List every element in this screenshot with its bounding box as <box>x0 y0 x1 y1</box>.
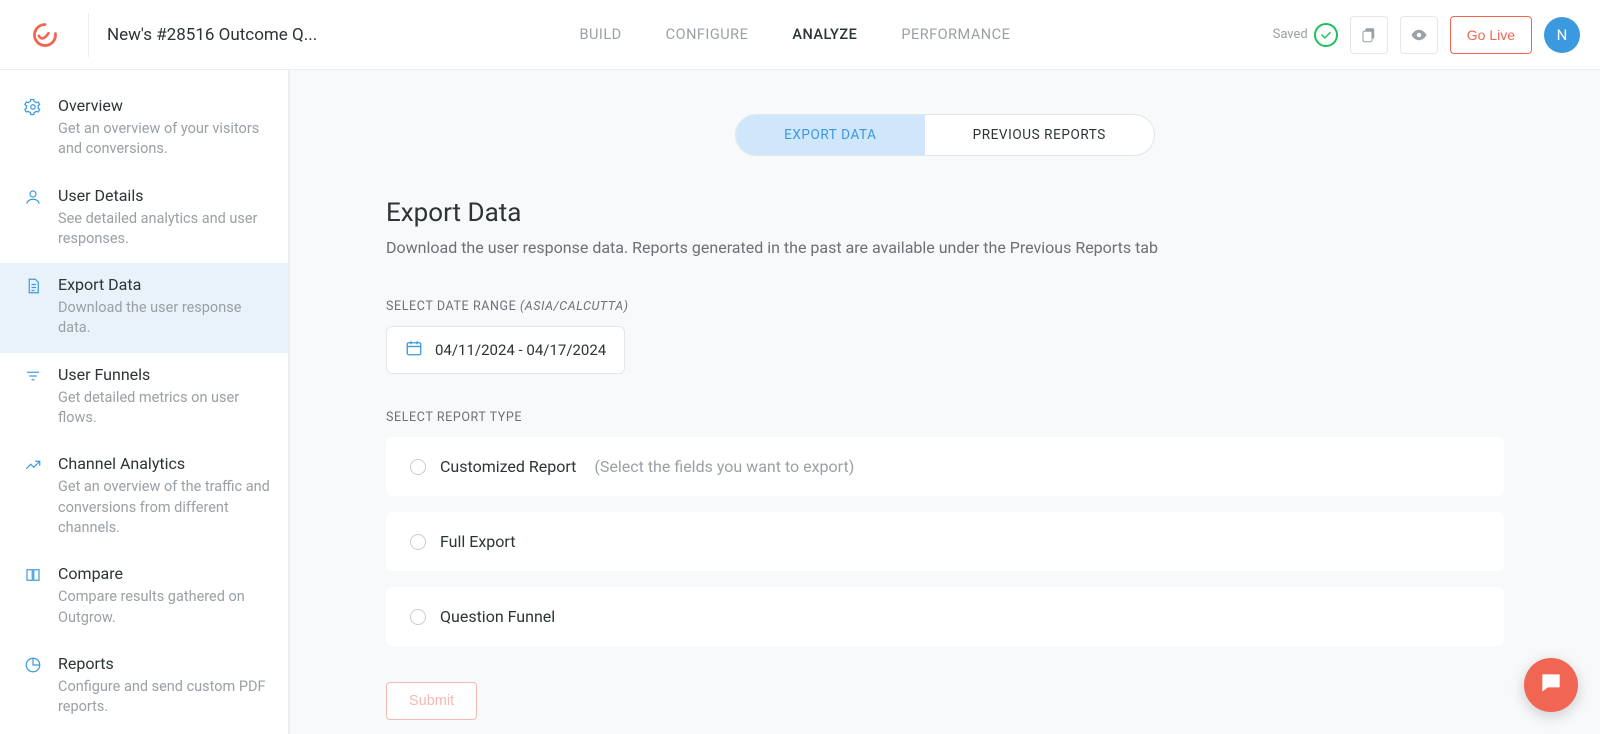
date-range-picker[interactable]: 04/11/2024 - 04/17/2024 <box>386 326 625 374</box>
report-option-hint: (Select the fields you want to export) <box>594 457 854 476</box>
nav-build[interactable]: BUILD <box>579 26 621 43</box>
chart-line-icon <box>22 454 44 538</box>
radio-icon <box>410 534 426 550</box>
sidebar-item-desc: Get detailed metrics on user flows. <box>58 388 270 429</box>
date-range-label-text: SELECT DATE RANGE <box>386 299 520 314</box>
report-option-question-funnel[interactable]: Question Funnel <box>386 587 1504 646</box>
tab-export-data[interactable]: EXPORT DATA <box>736 115 925 155</box>
saved-label: Saved <box>1273 27 1308 42</box>
user-icon <box>22 186 44 250</box>
sidebar-item-desc: Get an overview of the traffic and conve… <box>58 477 270 538</box>
divider <box>88 13 89 57</box>
page-heading: Export Data <box>386 198 1504 228</box>
calendar-icon <box>405 339 423 361</box>
sidebar-item-title: User Funnels <box>58 365 270 384</box>
sidebar-item-compare[interactable]: Compare Compare results gathered on Outg… <box>0 552 288 642</box>
report-option-full-export[interactable]: Full Export <box>386 512 1504 571</box>
preview-button[interactable] <box>1400 16 1438 54</box>
date-range-label: SELECT DATE RANGE (ASIA/CALCUTTA) <box>386 299 1504 314</box>
sidebar-item-desc: See detailed analytics and user response… <box>58 209 270 250</box>
top-nav: BUILD CONFIGURE ANALYZE PERFORMANCE <box>317 26 1272 43</box>
top-right-cluster: Saved Go Live N <box>1273 16 1580 54</box>
avatar[interactable]: N <box>1544 17 1580 53</box>
segmented-control: EXPORT DATA PREVIOUS REPORTS <box>735 114 1155 156</box>
radio-icon <box>410 609 426 625</box>
nav-performance[interactable]: PERFORMANCE <box>901 26 1010 43</box>
sidebar-item-title: User Details <box>58 186 270 205</box>
sidebar-item-desc: Configure and send custom PDF reports. <box>58 677 270 718</box>
sidebar-item-title: Channel Analytics <box>58 454 270 473</box>
saved-indicator: Saved <box>1273 23 1338 47</box>
sidebar-item-user-details[interactable]: User Details See detailed analytics and … <box>0 174 288 264</box>
sidebar-item-export-data[interactable]: Export Data Download the user response d… <box>0 263 288 353</box>
project-title: New's #28516 Outcome Q... <box>107 25 317 45</box>
submit-button[interactable]: Submit <box>386 682 477 720</box>
tab-previous-reports[interactable]: PREVIOUS REPORTS <box>925 115 1154 155</box>
top-bar: New's #28516 Outcome Q... BUILD CONFIGUR… <box>0 0 1600 70</box>
go-live-button[interactable]: Go Live <box>1450 16 1532 54</box>
report-option-label: Full Export <box>440 532 515 551</box>
sidebar: Overview Get an overview of your visitor… <box>0 70 290 734</box>
check-circle-icon <box>1314 23 1338 47</box>
nav-configure[interactable]: CONFIGURE <box>666 26 749 43</box>
sidebar-item-title: Export Data <box>58 275 270 294</box>
sidebar-item-reports[interactable]: Reports Configure and send custom PDF re… <box>0 642 288 732</box>
compare-icon <box>22 564 44 628</box>
chat-fab[interactable] <box>1524 658 1578 712</box>
sidebar-item-desc: Download the user response data. <box>58 298 270 339</box>
page-subheading: Download the user response data. Reports… <box>386 238 1504 257</box>
chat-icon <box>1538 670 1564 700</box>
report-option-label: Customized Report <box>440 457 576 476</box>
funnel-icon <box>22 365 44 429</box>
radio-icon <box>410 459 426 475</box>
sidebar-item-title: Overview <box>58 96 270 115</box>
report-option-label: Question Funnel <box>440 607 555 626</box>
sidebar-item-desc: Compare results gathered on Outgrow. <box>58 587 270 628</box>
main-panel: EXPORT DATA PREVIOUS REPORTS Export Data… <box>290 70 1600 734</box>
sidebar-item-channel-analytics[interactable]: Channel Analytics Get an overview of the… <box>0 442 288 552</box>
report-option-customized[interactable]: Customized Report (Select the fields you… <box>386 437 1504 496</box>
sidebar-item-title: Reports <box>58 654 270 673</box>
date-range-value: 04/11/2024 - 04/17/2024 <box>435 341 606 359</box>
report-type-label: SELECT REPORT TYPE <box>386 410 1504 425</box>
sidebar-item-overview[interactable]: Overview Get an overview of your visitor… <box>0 84 288 174</box>
date-range-timezone: (ASIA/CALCUTTA) <box>520 299 629 314</box>
document-icon <box>22 275 44 339</box>
sidebar-item-user-funnels[interactable]: User Funnels Get detailed metrics on use… <box>0 353 288 443</box>
pie-chart-icon <box>22 654 44 718</box>
sidebar-item-desc: Get an overview of your visitors and con… <box>58 119 270 160</box>
nav-analyze[interactable]: ANALYZE <box>792 26 857 43</box>
sidebar-item-title: Compare <box>58 564 270 583</box>
logo[interactable] <box>20 21 70 49</box>
copy-button[interactable] <box>1350 16 1388 54</box>
gear-icon <box>22 96 44 160</box>
